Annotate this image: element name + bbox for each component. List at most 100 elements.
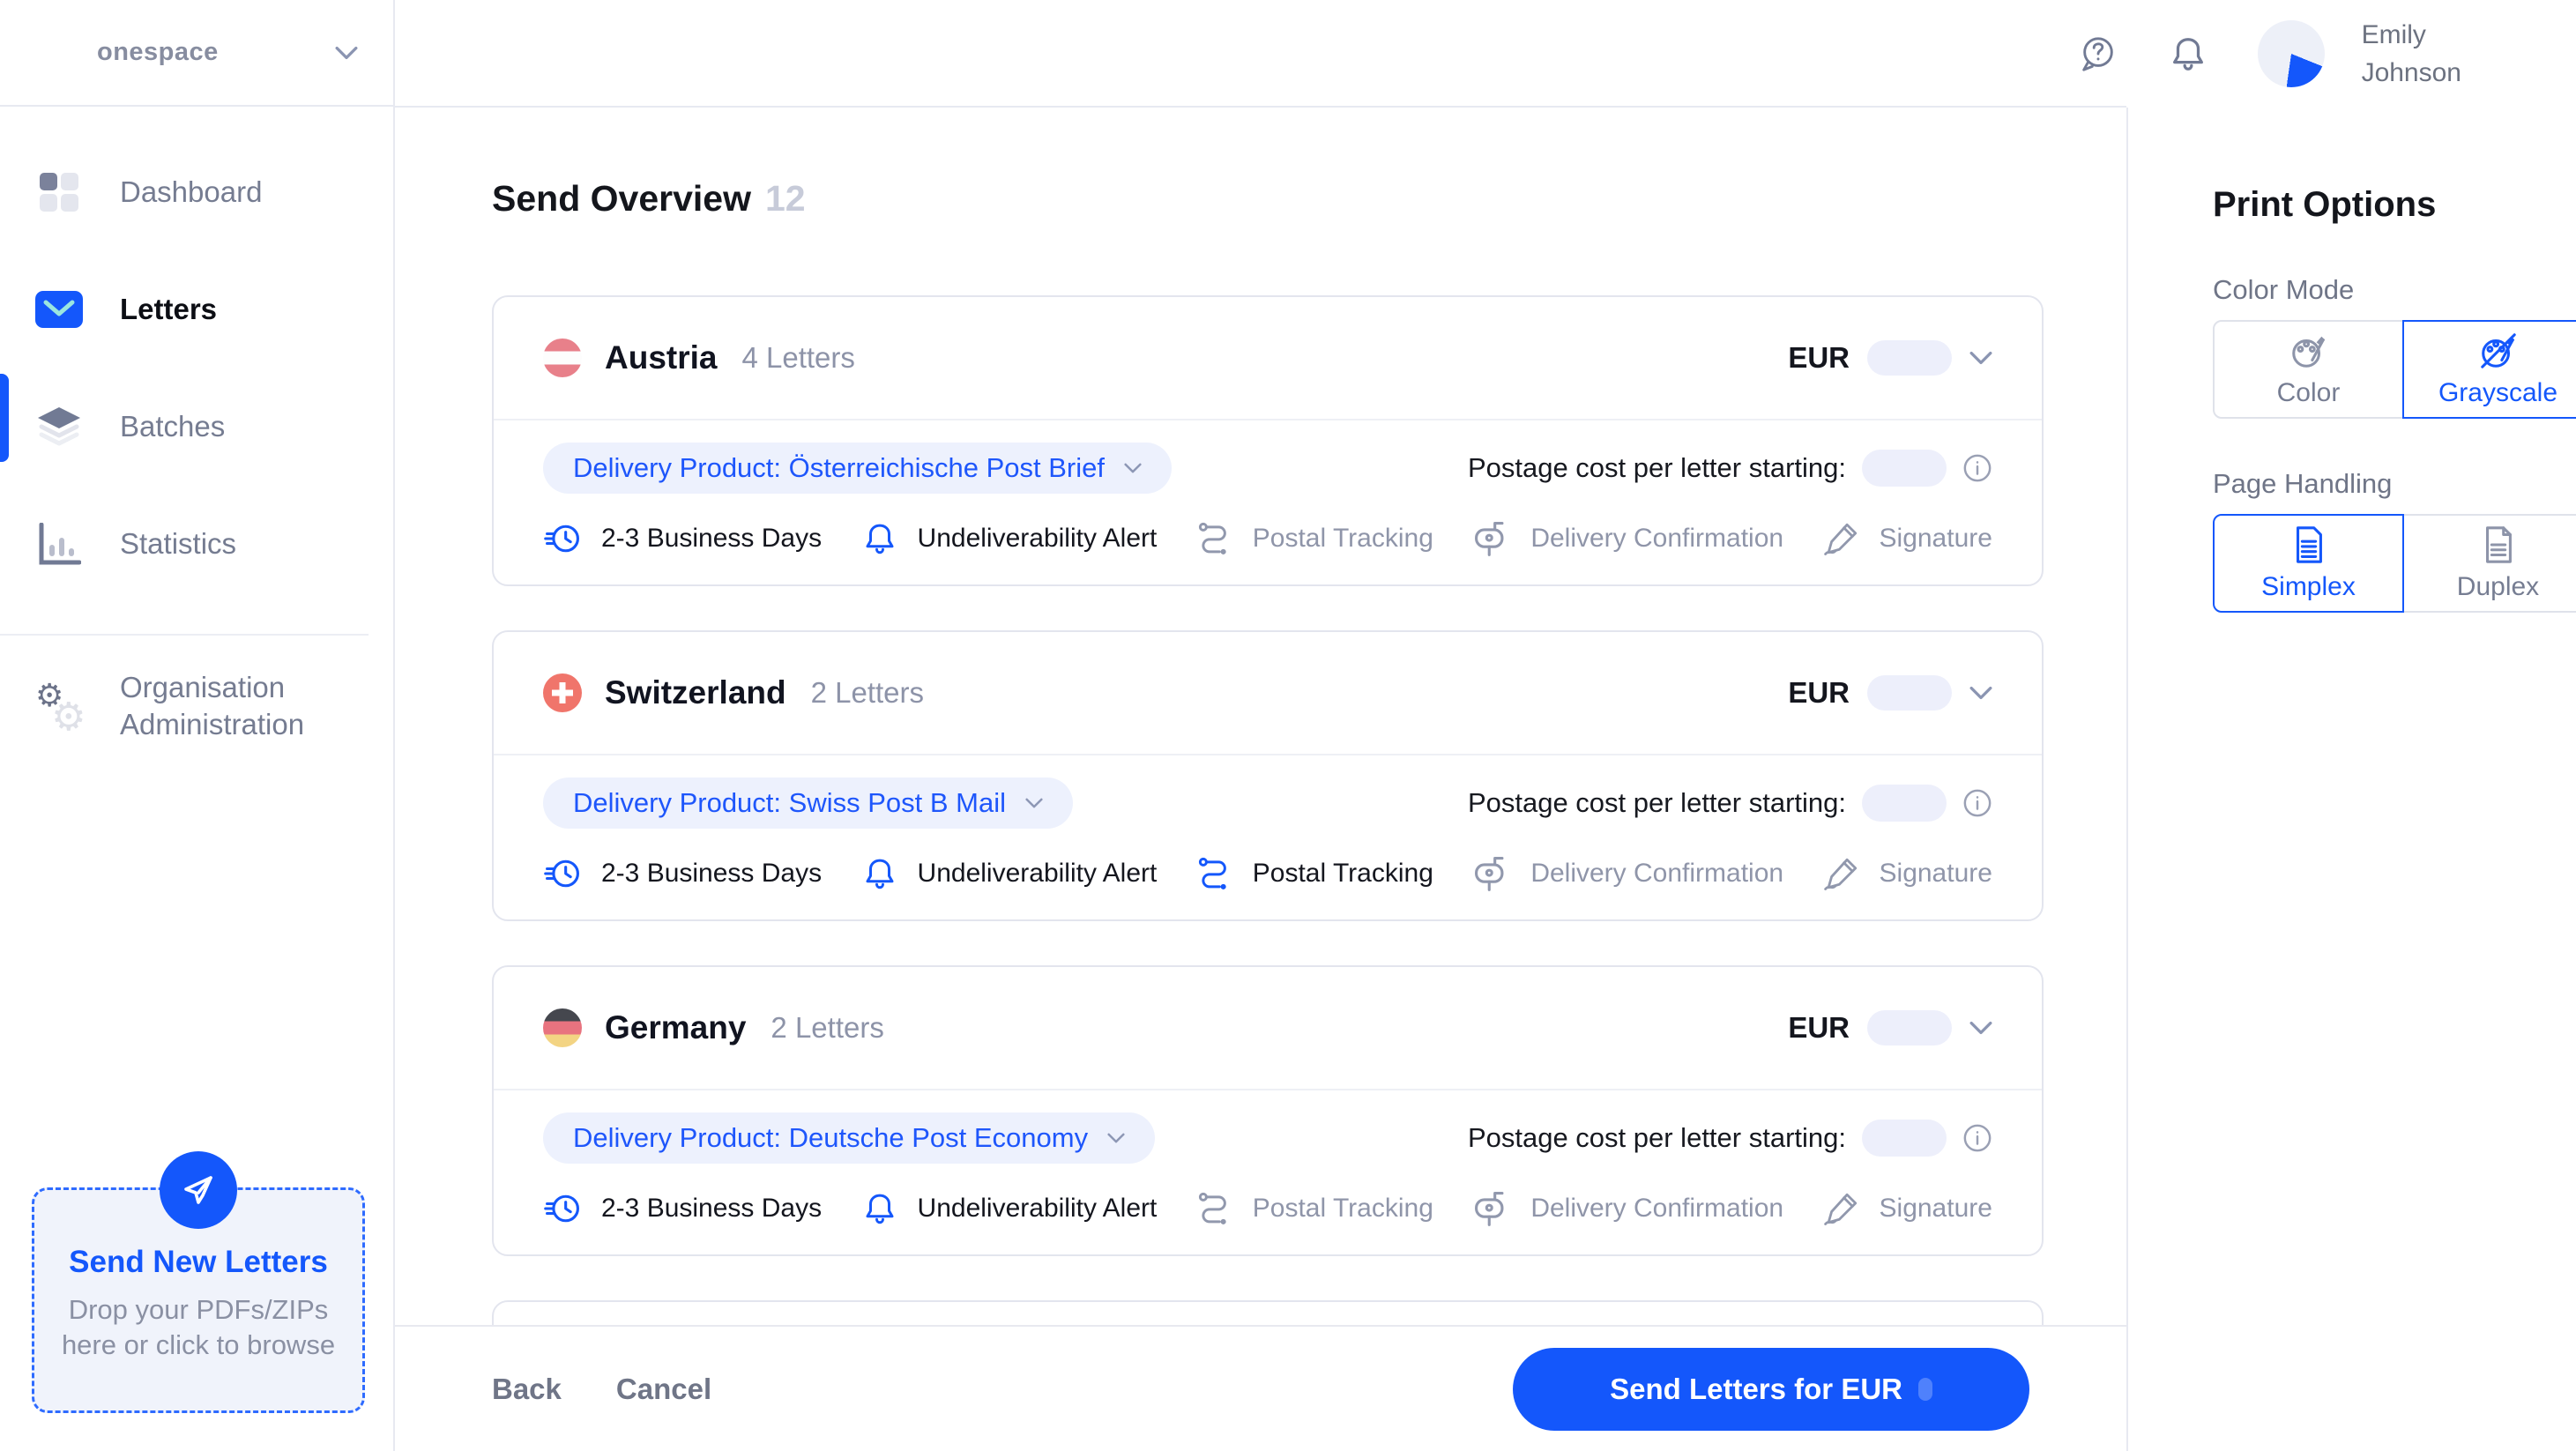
chevron-down-icon [1969,686,1992,700]
bar-chart-icon [35,522,83,565]
back-button[interactable]: Back [492,1373,562,1406]
cancel-button[interactable]: Cancel [616,1373,711,1406]
page-handling-group: Simplex Duplex [2213,514,2576,613]
info-icon[interactable] [1962,788,1992,818]
color-mode-grayscale-button[interactable]: Grayscale [2402,320,2576,419]
brand-menu[interactable]: onespace [0,0,393,107]
user-name[interactable]: Emily Johnson [2362,16,2461,93]
letters-total-count: 12 [764,178,806,219]
country-card-austria: Austria 4 Letters EUR Delivery Product: … [492,295,2044,586]
sidebar-item-label: Dashboard [120,175,263,208]
color-mode-color-button[interactable]: Color [2213,320,2404,419]
sidebar-item-statistics[interactable]: Statistics [0,485,393,602]
sidebar-item-batches[interactable]: Batches [0,368,393,485]
feature-delivery-confirmation: Delivery Confirmation [1472,1189,1783,1228]
feature-undeliverability-alert: Undeliverability Alert [861,520,1157,557]
send-letters-label: Send Letters for EUR [1610,1372,1902,1405]
chevron-down-icon [1969,351,1992,365]
active-indicator [0,374,9,462]
germany-flag-icon [543,1008,582,1047]
bell-icon[interactable] [2168,33,2208,74]
austria-flag-icon [543,339,582,377]
document-icon [2289,525,2329,565]
feature-delivery-confirmation: Delivery Confirmation [1472,519,1783,558]
route-icon [1196,1190,1233,1227]
delivery-product-label: Delivery Product: Deutsche Post Economy [573,1122,1089,1153]
palette-slash-icon [2478,331,2519,371]
sidebar-item-letters[interactable]: Letters [0,250,393,368]
price-skeleton [1867,340,1952,376]
page-handling-duplex-button[interactable]: Duplex [2402,514,2576,613]
postage-cost: Postage cost per letter starting: [1468,450,1992,487]
currency-code: EUR [1788,1011,1850,1044]
feature-delivery-confirmation: Delivery Confirmation [1472,854,1783,893]
postage-label: Postage cost per letter starting: [1467,1122,1846,1153]
postage-label: Postage cost per letter starting: [1467,452,1846,483]
page-handling-label: Page Handling [2213,468,2393,499]
print-options-panel: Print Options Color Mode Color Grayscale… [2126,108,2576,1451]
info-icon[interactable] [1962,1123,1992,1153]
topbar-actions: Emily Johnson [2078,0,2461,108]
pen-icon [1823,1190,1860,1227]
send-letters-button[interactable]: Send Letters for EUR [1513,1347,2029,1431]
info-icon[interactable] [1962,453,1992,483]
dashboard-grid-icon [35,171,83,213]
postage-skeleton [1862,785,1947,822]
country-card-germany: Germany 2 Letters EUR Delivery Product: … [492,965,2044,1256]
delivery-product-dropdown[interactable]: Delivery Product: Österreichische Post B… [543,443,1172,494]
clock-speed-icon [543,854,582,893]
clock-speed-icon [543,519,582,558]
color-mode-group: Color Grayscale [2213,320,2576,419]
gears-icon: ⚙ ⚙ [35,678,86,740]
chevron-down-icon[interactable] [335,46,358,60]
feature-undeliverability-alert: Undeliverability Alert [861,855,1157,892]
help-icon[interactable] [2078,33,2118,74]
route-icon [1196,855,1233,892]
layers-icon [35,406,83,448]
country-card-switzerland: Switzerland 2 Letters EUR Delivery Produ… [492,630,2044,921]
onespace-logo-icon [27,36,77,73]
feature-postal-tracking: Postal Tracking [1196,1190,1433,1227]
sidebar-item-label: Batches [120,409,226,443]
letters-count: 4 Letters [741,341,855,374]
mailbox-icon [1472,854,1511,893]
feature-signature: Signature [1823,520,1992,557]
currency-price-dropdown[interactable]: EUR [1788,675,1992,711]
country-name: Switzerland [605,674,786,711]
delivery-product-dropdown[interactable]: Delivery Product: Swiss Post B Mail [543,778,1073,829]
action-bar: Back Cancel Send Letters for EUR [395,1325,2126,1451]
print-options-title: Print Options [2213,185,2437,224]
currency-code: EUR [1788,341,1850,374]
price-skeleton [1867,675,1952,711]
route-icon [1196,520,1233,557]
dropzone-subtitle: Drop your PDFs/ZIPs here or click to bro… [61,1294,336,1361]
currency-code: EUR [1788,676,1850,709]
currency-price-dropdown[interactable]: EUR [1788,340,1992,376]
bell-icon [861,520,898,557]
clock-speed-icon [543,1189,582,1228]
palette-icon [2289,331,2329,371]
brand-name: onespace [97,38,219,66]
envelope-icon [35,290,83,328]
letters-count: 2 Letters [810,676,925,709]
price-skeleton [1867,1010,1952,1045]
color-mode-label: Color Mode [2213,274,2355,305]
pen-icon [1823,855,1860,892]
page-handling-simplex-button[interactable]: Simplex [2213,514,2404,613]
bell-icon [861,855,898,892]
dropzone-title: Send New Letters [69,1245,328,1279]
sidebar: onespace Dashboard Letters Batches Stati… [0,0,395,1451]
sidebar-item-organisation-administration[interactable]: ⚙ ⚙ Organisation Administration [0,636,393,777]
postage-skeleton [1862,1120,1947,1157]
currency-price-dropdown[interactable]: EUR [1788,1010,1992,1045]
chevron-down-icon [1025,798,1043,808]
feature-postal-tracking: Postal Tracking [1196,855,1433,892]
avatar[interactable] [2257,20,2325,87]
sidebar-item-dashboard[interactable]: Dashboard [0,133,393,250]
mailbox-icon [1472,519,1511,558]
sidebar-nav: Dashboard Letters Batches Statistics ⚙ ⚙… [0,107,393,777]
delivery-product-dropdown[interactable]: Delivery Product: Deutsche Post Economy [543,1112,1156,1164]
postage-skeleton [1862,450,1947,487]
chevron-down-icon [1969,1021,1992,1035]
send-new-letters-dropzone[interactable]: Send New Letters Drop your PDFs/ZIPs her… [32,1151,365,1413]
